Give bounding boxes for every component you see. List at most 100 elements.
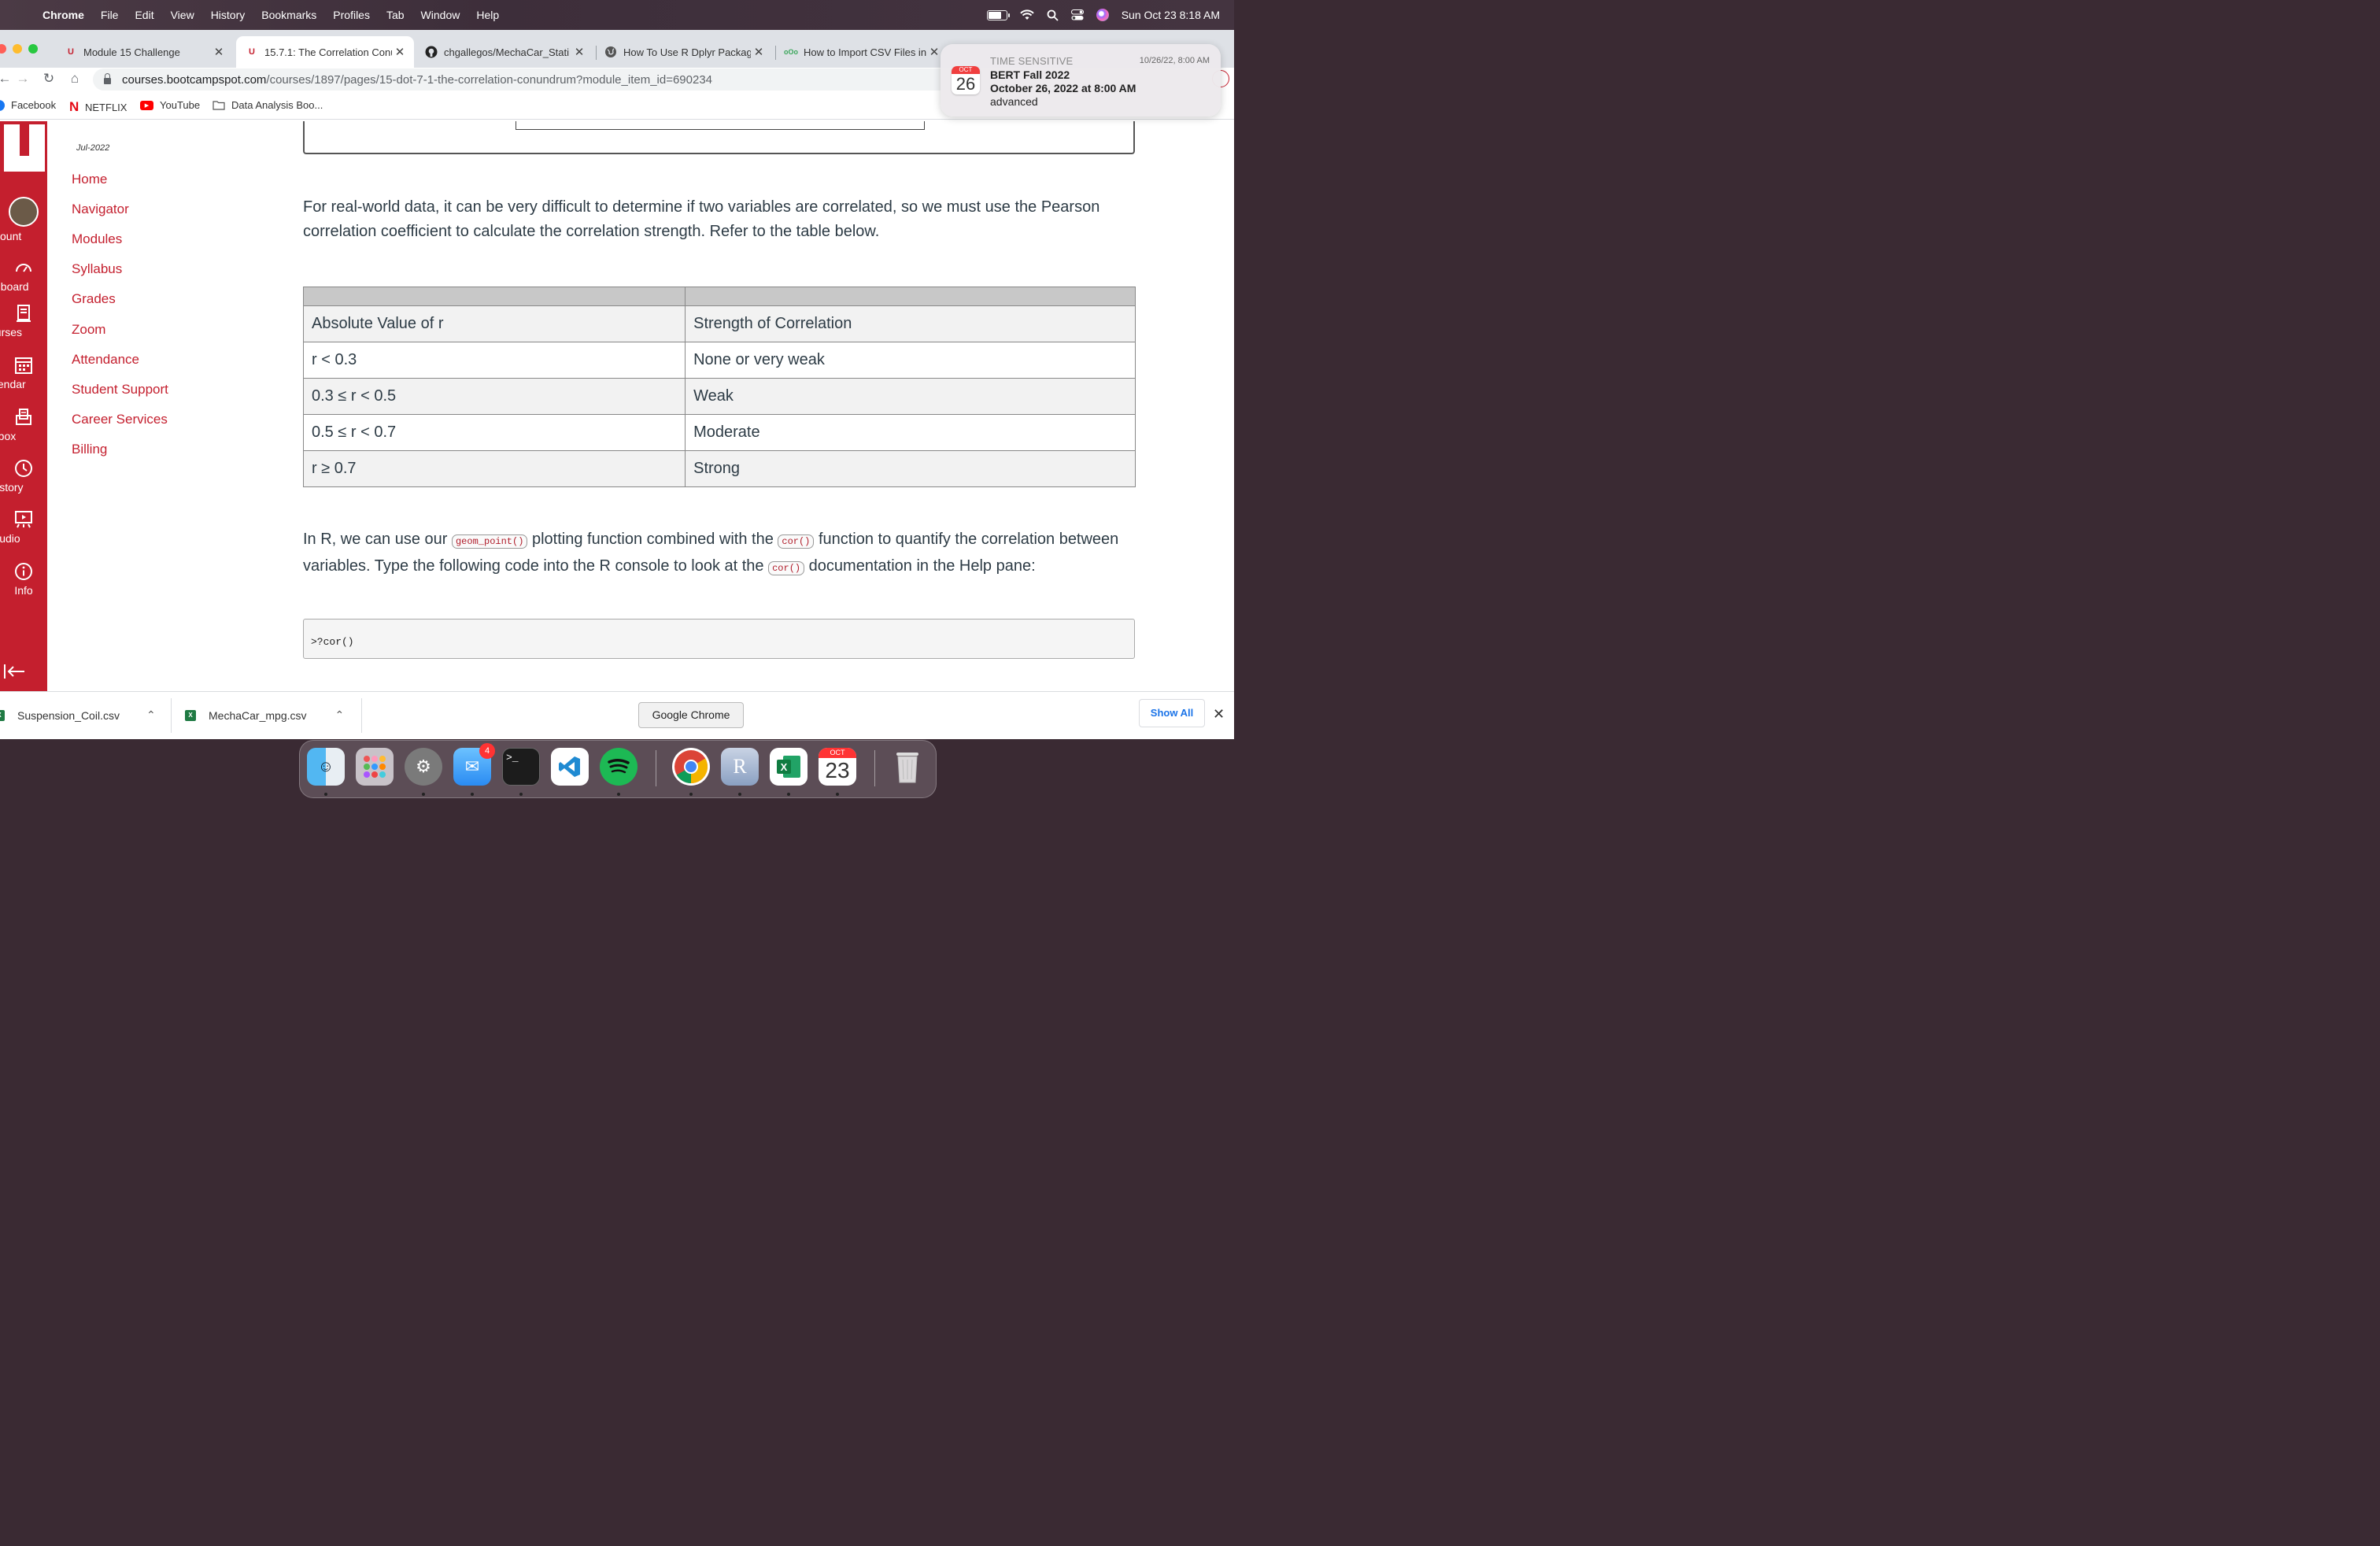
collapse-nav-icon[interactable] bbox=[3, 663, 25, 680]
home-icon[interactable]: ⌂ bbox=[65, 69, 84, 88]
tab-title: 15.7.1: The Correlation Conu bbox=[264, 46, 392, 58]
forward-icon[interactable]: → bbox=[13, 69, 32, 88]
download-item[interactable]: X MechaCar_mpg.csv ⌃ bbox=[185, 708, 344, 722]
utah-logo[interactable] bbox=[4, 124, 45, 172]
show-all-button[interactable]: Show All bbox=[1139, 699, 1205, 727]
window-close-icon[interactable] bbox=[0, 44, 6, 54]
tab-module-15-challenge[interactable]: U Module 15 Challenge ✕ bbox=[55, 36, 233, 68]
chevron-up-icon[interactable]: ⌃ bbox=[335, 708, 345, 722]
vscode-icon[interactable] bbox=[551, 748, 589, 786]
system-preferences-icon[interactable]: ⚙ bbox=[405, 748, 442, 786]
macos-menubar: Chrome File Edit View History Bookmarks … bbox=[0, 0, 1234, 30]
code-block[interactable]: >?cor() bbox=[303, 619, 1135, 659]
menu-view[interactable]: View bbox=[171, 9, 194, 21]
bookmark-facebook[interactable]: Facebook bbox=[0, 99, 56, 111]
terminal-icon[interactable]: >_ bbox=[502, 748, 540, 786]
chrome-icon[interactable] bbox=[672, 748, 710, 786]
r-app-icon[interactable]: R bbox=[721, 748, 759, 786]
menubar-clock[interactable]: Sun Oct 23 8:18 AM bbox=[1122, 9, 1220, 21]
tab-close-icon[interactable]: ✕ bbox=[571, 45, 587, 59]
calendar-app-icon: OCT 26 bbox=[952, 66, 980, 94]
control-center-icon[interactable] bbox=[1070, 9, 1084, 20]
menu-history[interactable]: History bbox=[211, 9, 246, 21]
bookmark-data-analysis[interactable]: Data Analysis Boo... bbox=[213, 99, 323, 111]
youtube-icon: ▶ bbox=[140, 100, 153, 110]
global-nav-history[interactable]: History bbox=[0, 459, 47, 494]
tab-import-csv[interactable]: oOo How to Import CSV Files int ✕ bbox=[775, 36, 948, 68]
global-nav-dashboard[interactable]: shboard bbox=[0, 258, 47, 293]
calendar-notification[interactable]: OCT 26 TIME SENSITIVE 10/26/22, 8:00 AM … bbox=[941, 44, 1221, 117]
tab-r-dplyr[interactable]: How To Use R Dplyr Packag ✕ bbox=[595, 36, 773, 68]
menu-profiles[interactable]: Profiles bbox=[333, 9, 370, 21]
menu-bookmarks[interactable]: Bookmarks bbox=[261, 9, 316, 21]
course-nav-attendance[interactable]: Attendance bbox=[72, 352, 139, 368]
github-icon bbox=[425, 46, 438, 58]
menu-window[interactable]: Window bbox=[421, 9, 460, 21]
battery-icon[interactable] bbox=[986, 9, 1010, 20]
chevron-up-icon[interactable]: ⌃ bbox=[146, 708, 156, 722]
course-nav-grades[interactable]: Grades bbox=[72, 291, 116, 307]
address-bar[interactable]: courses.bootcampspot.com/courses/1897/pa… bbox=[93, 68, 959, 91]
course-nav-billing[interactable]: Billing bbox=[72, 442, 107, 457]
tab-title: How to Import CSV Files int bbox=[804, 46, 926, 58]
excel-file-icon: X bbox=[0, 709, 5, 721]
utah-u-icon: U bbox=[68, 47, 74, 57]
tab-title: Module 15 Challenge bbox=[83, 46, 180, 58]
tab-close-icon[interactable]: ✕ bbox=[392, 45, 408, 59]
global-nav-inbox[interactable]: Inbox bbox=[0, 408, 47, 442]
spotify-icon[interactable] bbox=[600, 748, 638, 786]
course-nav-career-services[interactable]: Career Services bbox=[72, 412, 168, 427]
inline-code-geom-point: geom_point() bbox=[451, 534, 528, 549]
back-icon[interactable]: ← bbox=[0, 69, 14, 88]
tab-github-mechacar[interactable]: chgallegos/MechaCar_Stati ✕ bbox=[416, 36, 593, 68]
course-nav-navigator[interactable]: Navigator bbox=[72, 202, 129, 217]
table-row: Absolute Value of r Strength of Correlati… bbox=[302, 305, 1136, 342]
course-nav-home[interactable]: Home bbox=[72, 172, 107, 187]
global-nav-account[interactable]: ccount bbox=[0, 197, 47, 242]
globe-icon bbox=[604, 46, 617, 58]
tab-close-icon[interactable]: ✕ bbox=[211, 45, 227, 59]
r-cor-paragraph: In R, we can use our geom_point() plotti… bbox=[303, 531, 1119, 575]
finder-icon[interactable]: ☺ bbox=[307, 748, 345, 786]
dock-tooltip: Google Chrome bbox=[638, 702, 744, 728]
menu-edit[interactable]: Edit bbox=[135, 9, 153, 21]
global-nav-courses[interactable]: ourses bbox=[0, 304, 47, 338]
global-nav-studio[interactable]: Studio bbox=[0, 510, 47, 545]
window-maximize-icon[interactable] bbox=[28, 44, 38, 54]
folder-icon bbox=[213, 101, 225, 110]
bookmark-youtube[interactable]: ▶ YouTube bbox=[140, 99, 200, 111]
clock-icon bbox=[15, 460, 32, 477]
close-shelf-icon[interactable]: ✕ bbox=[1213, 706, 1225, 723]
course-nav-zoom[interactable]: Zoom bbox=[72, 322, 105, 338]
launchpad-icon[interactable] bbox=[356, 748, 394, 786]
menu-help[interactable]: Help bbox=[476, 9, 499, 21]
facebook-icon bbox=[0, 99, 5, 111]
menu-file[interactable]: File bbox=[101, 9, 119, 21]
reload-icon[interactable]: ↻ bbox=[39, 69, 58, 88]
trash-icon[interactable] bbox=[889, 748, 926, 786]
mail-icon[interactable]: ✉ 4 bbox=[453, 743, 495, 786]
menu-app-chrome[interactable]: Chrome bbox=[42, 9, 84, 21]
tab-close-icon[interactable]: ✕ bbox=[926, 45, 942, 59]
bookmark-netflix[interactable]: N NETFLIX bbox=[69, 99, 127, 115]
global-nav-calendar[interactable]: alendar bbox=[0, 356, 47, 390]
tab-close-icon[interactable]: ✕ bbox=[751, 45, 767, 59]
calendar-dock-icon[interactable]: OCT 23 bbox=[819, 748, 856, 786]
menu-tab[interactable]: Tab bbox=[386, 9, 405, 21]
canvas-page: ccount shboard ourses alendar Inbox Hist… bbox=[0, 121, 1234, 693]
course-nav-student-support[interactable]: Student Support bbox=[72, 382, 168, 398]
siri-icon[interactable] bbox=[1096, 9, 1109, 21]
course-nav-syllabus[interactable]: Syllabus bbox=[72, 261, 122, 277]
excel-file-icon: X bbox=[185, 709, 196, 721]
global-nav-info[interactable]: Info bbox=[0, 562, 47, 597]
excel-icon[interactable]: X bbox=[770, 748, 808, 786]
window-minimize-icon[interactable] bbox=[13, 44, 22, 54]
address-url[interactable]: courses.bootcampspot.com/courses/1897/pa… bbox=[122, 73, 712, 87]
spotlight-search-icon[interactable] bbox=[1047, 9, 1059, 21]
course-nav-modules[interactable]: Modules bbox=[72, 231, 122, 247]
lock-icon[interactable] bbox=[104, 73, 111, 84]
tab-correlation-conundrum[interactable]: U 15.7.1: The Correlation Conu ✕ bbox=[236, 36, 414, 68]
wifi-icon[interactable] bbox=[1019, 9, 1034, 20]
download-item[interactable]: X Suspension_Coil.csv ⌃ bbox=[0, 708, 156, 722]
avatar bbox=[9, 197, 39, 227]
